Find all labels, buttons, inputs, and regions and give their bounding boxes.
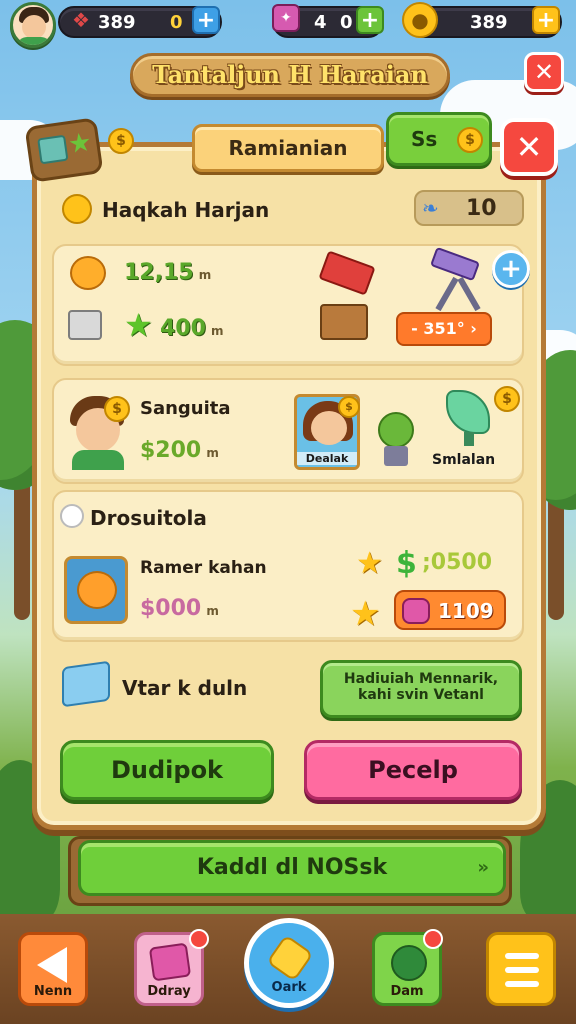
player-avatar[interactable] xyxy=(10,2,56,48)
nav-dam-label: Dam xyxy=(390,984,424,999)
star-icon: ★ xyxy=(350,594,381,634)
gem-count: 389 xyxy=(98,12,136,33)
hint-line-1: Hadiuiah Mennarik, xyxy=(343,671,499,687)
cash-icon: $ xyxy=(396,546,417,581)
crate-icon xyxy=(68,310,102,340)
coin-icon: $ xyxy=(338,396,360,418)
tree-label: Smlalan xyxy=(432,452,496,468)
title-banner: Tantaljun H Haraian xyxy=(130,53,450,97)
item-unit: m xyxy=(206,604,219,618)
nav-dam[interactable]: Dam xyxy=(372,929,443,1006)
bottom-action-button[interactable]: Kaddl dl NOSsk » xyxy=(78,840,506,896)
chevron-right-icon: » xyxy=(477,857,489,878)
tab-secondary-label: Ss xyxy=(411,127,438,151)
easel-icon xyxy=(429,246,490,312)
value-2: 400 xyxy=(160,316,206,341)
star-icon: ★ xyxy=(66,127,94,161)
gift-icon xyxy=(148,942,192,982)
dudipok-button[interactable]: Dudipok xyxy=(60,740,274,800)
ticket-icon xyxy=(402,598,430,624)
menu-icon xyxy=(505,953,539,959)
tab-secondary[interactable]: Ss $ xyxy=(386,112,492,166)
coin-count: 389 xyxy=(470,12,508,33)
price-button[interactable]: - 351° › xyxy=(396,312,492,346)
character-unit: m xyxy=(206,446,219,460)
coin-icon: $ xyxy=(108,128,134,154)
notification-badge xyxy=(423,929,443,949)
star-icon: ★ xyxy=(356,546,383,581)
value-1: 12,15 xyxy=(124,260,194,285)
unit-2: m xyxy=(211,324,224,338)
reward-value-2: 1109 xyxy=(438,599,494,623)
reward-pill[interactable]: 1109 xyxy=(394,590,506,630)
close-icon[interactable]: ✕ xyxy=(524,52,564,92)
box-icon xyxy=(62,660,110,708)
daily-counter: ❧ 10 xyxy=(414,190,524,226)
rocket-icon xyxy=(266,934,314,982)
nav-center-label: Oark xyxy=(271,980,307,995)
character-amount: $200 xyxy=(140,438,202,463)
resource-bar: 389 0 ❖ + 4 0 ✦ + 389 ● + xyxy=(0,0,576,48)
add-gems-button[interactable]: + xyxy=(192,6,220,34)
unit-1: m xyxy=(198,268,212,282)
cloud-icon xyxy=(60,504,84,528)
character-name: Sanguita xyxy=(140,398,231,419)
item-portrait-label: Dealak xyxy=(297,452,357,465)
card-extra: 0 xyxy=(340,12,353,33)
item-name: Ramer kahan xyxy=(140,558,267,578)
add-icon[interactable]: + xyxy=(492,250,530,288)
add-coins-button[interactable]: + xyxy=(532,6,560,34)
fish-icon: ❧ xyxy=(422,196,439,220)
reward-value-1: ;0500 xyxy=(422,550,493,575)
star-icon: ★ xyxy=(124,306,153,344)
ticket-icon xyxy=(37,134,69,165)
nav-daily-label: Ddray xyxy=(147,984,191,999)
coin-icon: $ xyxy=(457,127,483,153)
item-amount-row: $000 m xyxy=(140,596,219,621)
add-cards-button[interactable]: + xyxy=(356,6,384,34)
daily-count: 10 xyxy=(466,196,497,221)
page-title: Tantaljun H Haraian xyxy=(152,60,428,89)
value-row-1: 12,15 m xyxy=(124,260,211,285)
back-arrow-icon xyxy=(37,947,67,983)
coin-icon: $ xyxy=(104,396,130,422)
bottom-action-label: Kaddl dl NOSsk xyxy=(196,855,388,880)
section-title: Drosuitola xyxy=(90,506,207,530)
coin-icon xyxy=(62,194,92,224)
gem-extra: 0 xyxy=(170,12,183,33)
nav-back[interactable]: Nenn xyxy=(18,932,88,1006)
hint-line-2: kahi svin Vetanl xyxy=(358,687,484,703)
character-amount-row: $200 m xyxy=(140,438,219,463)
fruit-icon xyxy=(70,256,106,290)
value-row-2: 400 m xyxy=(160,316,224,341)
fruit-icon xyxy=(77,571,117,609)
nav-menu[interactable] xyxy=(486,932,556,1006)
reward-hint-button[interactable]: Hadiuiah Mennarik, kahi svin Vetanl xyxy=(320,660,522,718)
pecelp-button[interactable]: Pecelp xyxy=(304,740,522,800)
basket-icon xyxy=(320,304,368,340)
nav-daily[interactable]: Ddray xyxy=(134,929,209,1006)
hint-label: Vtar k duln xyxy=(122,676,248,700)
nav-back-label: Nenn xyxy=(33,984,73,999)
item-amount: $000 xyxy=(140,596,202,621)
coin-icon: $ xyxy=(494,386,520,412)
tab-main[interactable]: Ramianian xyxy=(192,124,384,172)
ticket-badge: ★ xyxy=(24,117,104,183)
gem-icon: ❖ xyxy=(72,8,90,32)
plant-icon xyxy=(372,398,420,468)
card-count: 4 xyxy=(314,12,327,33)
tree-icon xyxy=(440,390,496,450)
daily-label: Haqkah Harjan xyxy=(102,198,270,222)
globe-icon xyxy=(391,945,427,981)
coin-icon: ● xyxy=(402,2,438,38)
close-panel-icon[interactable]: ✕ xyxy=(500,118,558,176)
fruit-frame xyxy=(64,556,128,624)
notification-badge xyxy=(189,929,209,949)
daily-row: Haqkah Harjan ❧ 10 xyxy=(52,188,524,232)
nav-center[interactable]: Oark xyxy=(244,918,334,1008)
card-icon: ✦ xyxy=(272,4,300,32)
